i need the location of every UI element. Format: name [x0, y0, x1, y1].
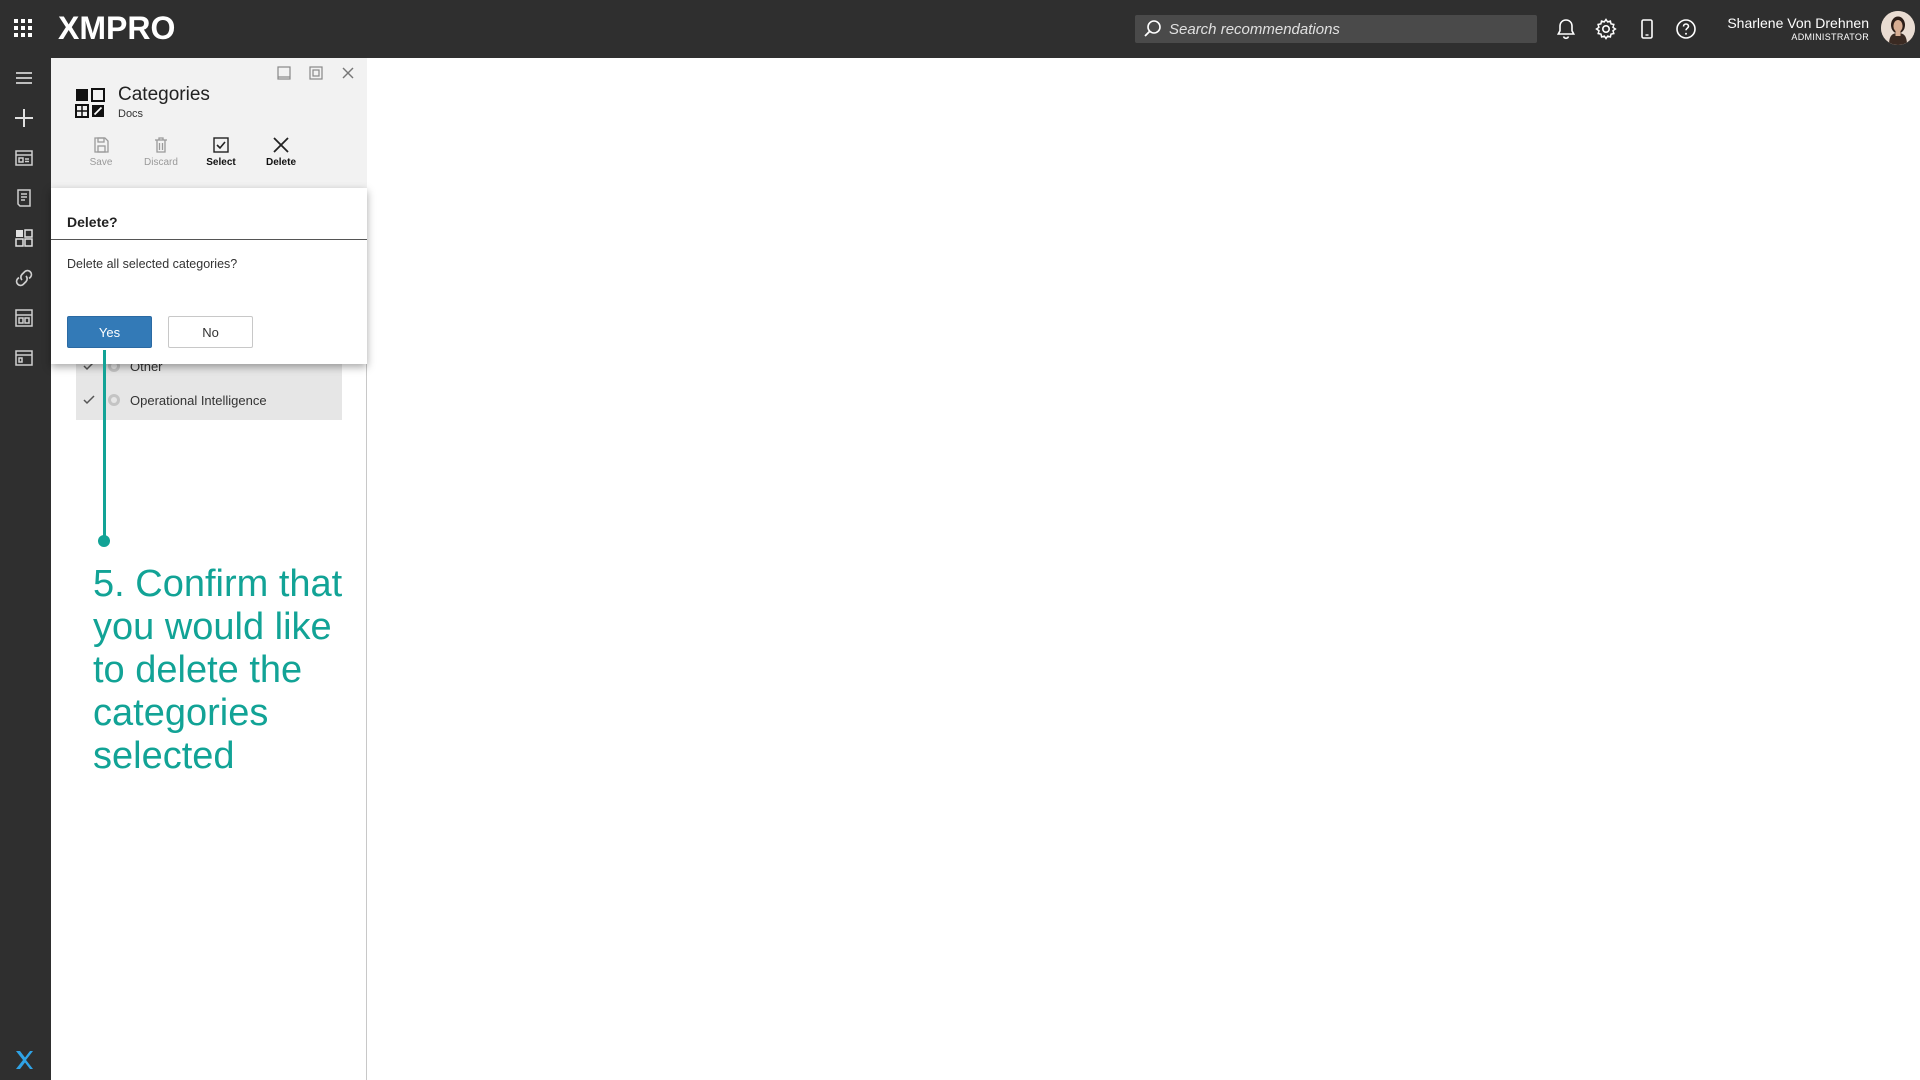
- mobile-device-icon[interactable]: [1635, 17, 1659, 41]
- dialog-title: Delete?: [67, 214, 118, 230]
- categories-icon[interactable]: [12, 226, 36, 250]
- save-button[interactable]: Save: [76, 136, 126, 168]
- minimize-icon[interactable]: [276, 65, 292, 81]
- list-item-label: Operational Intelligence: [130, 392, 267, 408]
- search-bar[interactable]: [1135, 15, 1537, 43]
- panel-title: Categories: [118, 84, 210, 105]
- search-icon: [1144, 20, 1161, 37]
- callout-dot: [98, 535, 110, 547]
- close-x-icon: [273, 137, 289, 153]
- dashboard-icon[interactable]: [12, 146, 36, 170]
- gear-icon[interactable]: [1594, 17, 1618, 41]
- menu-icon[interactable]: [12, 66, 36, 90]
- list-item[interactable]: Operational Intelligence: [76, 384, 342, 416]
- bell-icon[interactable]: [1554, 17, 1578, 41]
- no-button[interactable]: No: [168, 316, 253, 348]
- discard-button[interactable]: Discard: [136, 136, 186, 168]
- panel-subtitle: Docs: [118, 108, 144, 120]
- trash-icon: [155, 137, 167, 153]
- avatar-image: [1881, 11, 1915, 45]
- calendar-icon[interactable]: [12, 346, 36, 370]
- apps-icon[interactable]: [12, 306, 36, 330]
- dialog-message: Delete all selected categories?: [67, 257, 238, 271]
- check-icon[interactable]: [82, 393, 96, 407]
- panel-header: Categories Docs Save Discard Select Dele…: [51, 58, 367, 188]
- categories-icon: [75, 88, 105, 118]
- user-role: ADMINISTRATOR: [1791, 32, 1869, 42]
- app-launcher-icon[interactable]: [13, 18, 33, 38]
- yes-button[interactable]: Yes: [67, 316, 152, 348]
- top-bar: XMPRO Sharlene Von Drehnen ADMINISTRATOR: [0, 0, 1920, 58]
- avatar[interactable]: [1881, 11, 1915, 45]
- callout-text: 5. Confirm that you would like to delete…: [93, 563, 343, 777]
- user-name[interactable]: Sharlene Von Drehnen: [1727, 15, 1869, 31]
- search-input[interactable]: [1169, 20, 1537, 38]
- category-item-icon: [108, 394, 120, 406]
- select-button[interactable]: Select: [196, 136, 246, 168]
- document-icon[interactable]: [12, 186, 36, 210]
- delete-confirm-dialog: Delete? Delete all selected categories? …: [51, 188, 367, 364]
- brand-logo[interactable]: XMPRO: [58, 10, 175, 46]
- maximize-icon[interactable]: [308, 65, 324, 81]
- add-icon[interactable]: [12, 106, 36, 130]
- save-icon: [94, 137, 109, 153]
- checkbox-checked-icon: [213, 137, 229, 153]
- dialog-divider: [51, 239, 367, 240]
- delete-button[interactable]: Delete: [256, 136, 306, 168]
- left-nav-rail: [0, 58, 51, 1080]
- xmpro-x-logo-icon[interactable]: [14, 1049, 34, 1071]
- callout-line: [103, 350, 106, 542]
- link-icon[interactable]: [12, 266, 36, 290]
- help-icon[interactable]: [1674, 17, 1698, 41]
- close-icon[interactable]: [340, 65, 356, 81]
